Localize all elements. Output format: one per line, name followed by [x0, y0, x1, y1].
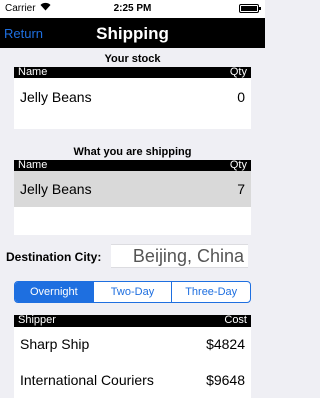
item-name: Jelly Beans — [20, 88, 92, 105]
shipper-cost: $9648 — [206, 371, 245, 388]
shipper-cost: $4824 — [206, 336, 245, 352]
shipper-name: Sharp Ship — [20, 336, 90, 352]
item-qty: 0 — [237, 88, 245, 105]
shippers-table-header: Shipper Cost — [14, 314, 251, 327]
shipping-table-header: Name Qty — [14, 159, 251, 171]
three-day-option[interactable]: Three-Day — [171, 282, 250, 302]
navigation-bar: Return Shipping — [0, 18, 265, 48]
shipping-table: Name Qty Jelly Beans 7 — [14, 159, 251, 235]
shippers-table: Shipper Cost Sharp Ship $4824 Internatio… — [14, 314, 251, 398]
status-bar: Carrier 2:25 PM — [0, 0, 265, 18]
item-qty: 7 — [237, 181, 245, 197]
shipping-speed-selector: Overnight Two-Day Three-Day — [14, 281, 251, 303]
clock: 2:25 PM — [113, 3, 152, 14]
destination-label: Destination City: — [6, 250, 102, 264]
shipping-section-title: What you are shipping — [73, 146, 192, 158]
table-row[interactable]: Jelly Beans 7 — [14, 171, 251, 207]
item-name: Jelly Beans — [20, 181, 92, 197]
table-row[interactable]: International Couriers $9648 — [14, 361, 251, 398]
shipper-name: International Couriers — [20, 371, 154, 388]
column-header-cost: Cost — [224, 314, 247, 326]
table-row[interactable]: Sharp Ship $4824 — [14, 327, 251, 361]
destination-city-field[interactable]: Beijing, China — [111, 244, 248, 268]
overnight-option[interactable]: Overnight — [15, 282, 93, 302]
column-header-shipper: Shipper — [18, 314, 56, 326]
battery-icon — [239, 4, 261, 13]
table-row[interactable]: Jelly Beans 0 — [14, 78, 251, 115]
stock-table-header: Name Qty — [14, 66, 251, 78]
stock-table: Name Qty Jelly Beans 0 — [14, 66, 251, 129]
two-day-option[interactable]: Two-Day — [92, 282, 172, 302]
page-title: Shipping — [96, 24, 169, 43]
stock-section-title: Your stock — [104, 53, 161, 65]
